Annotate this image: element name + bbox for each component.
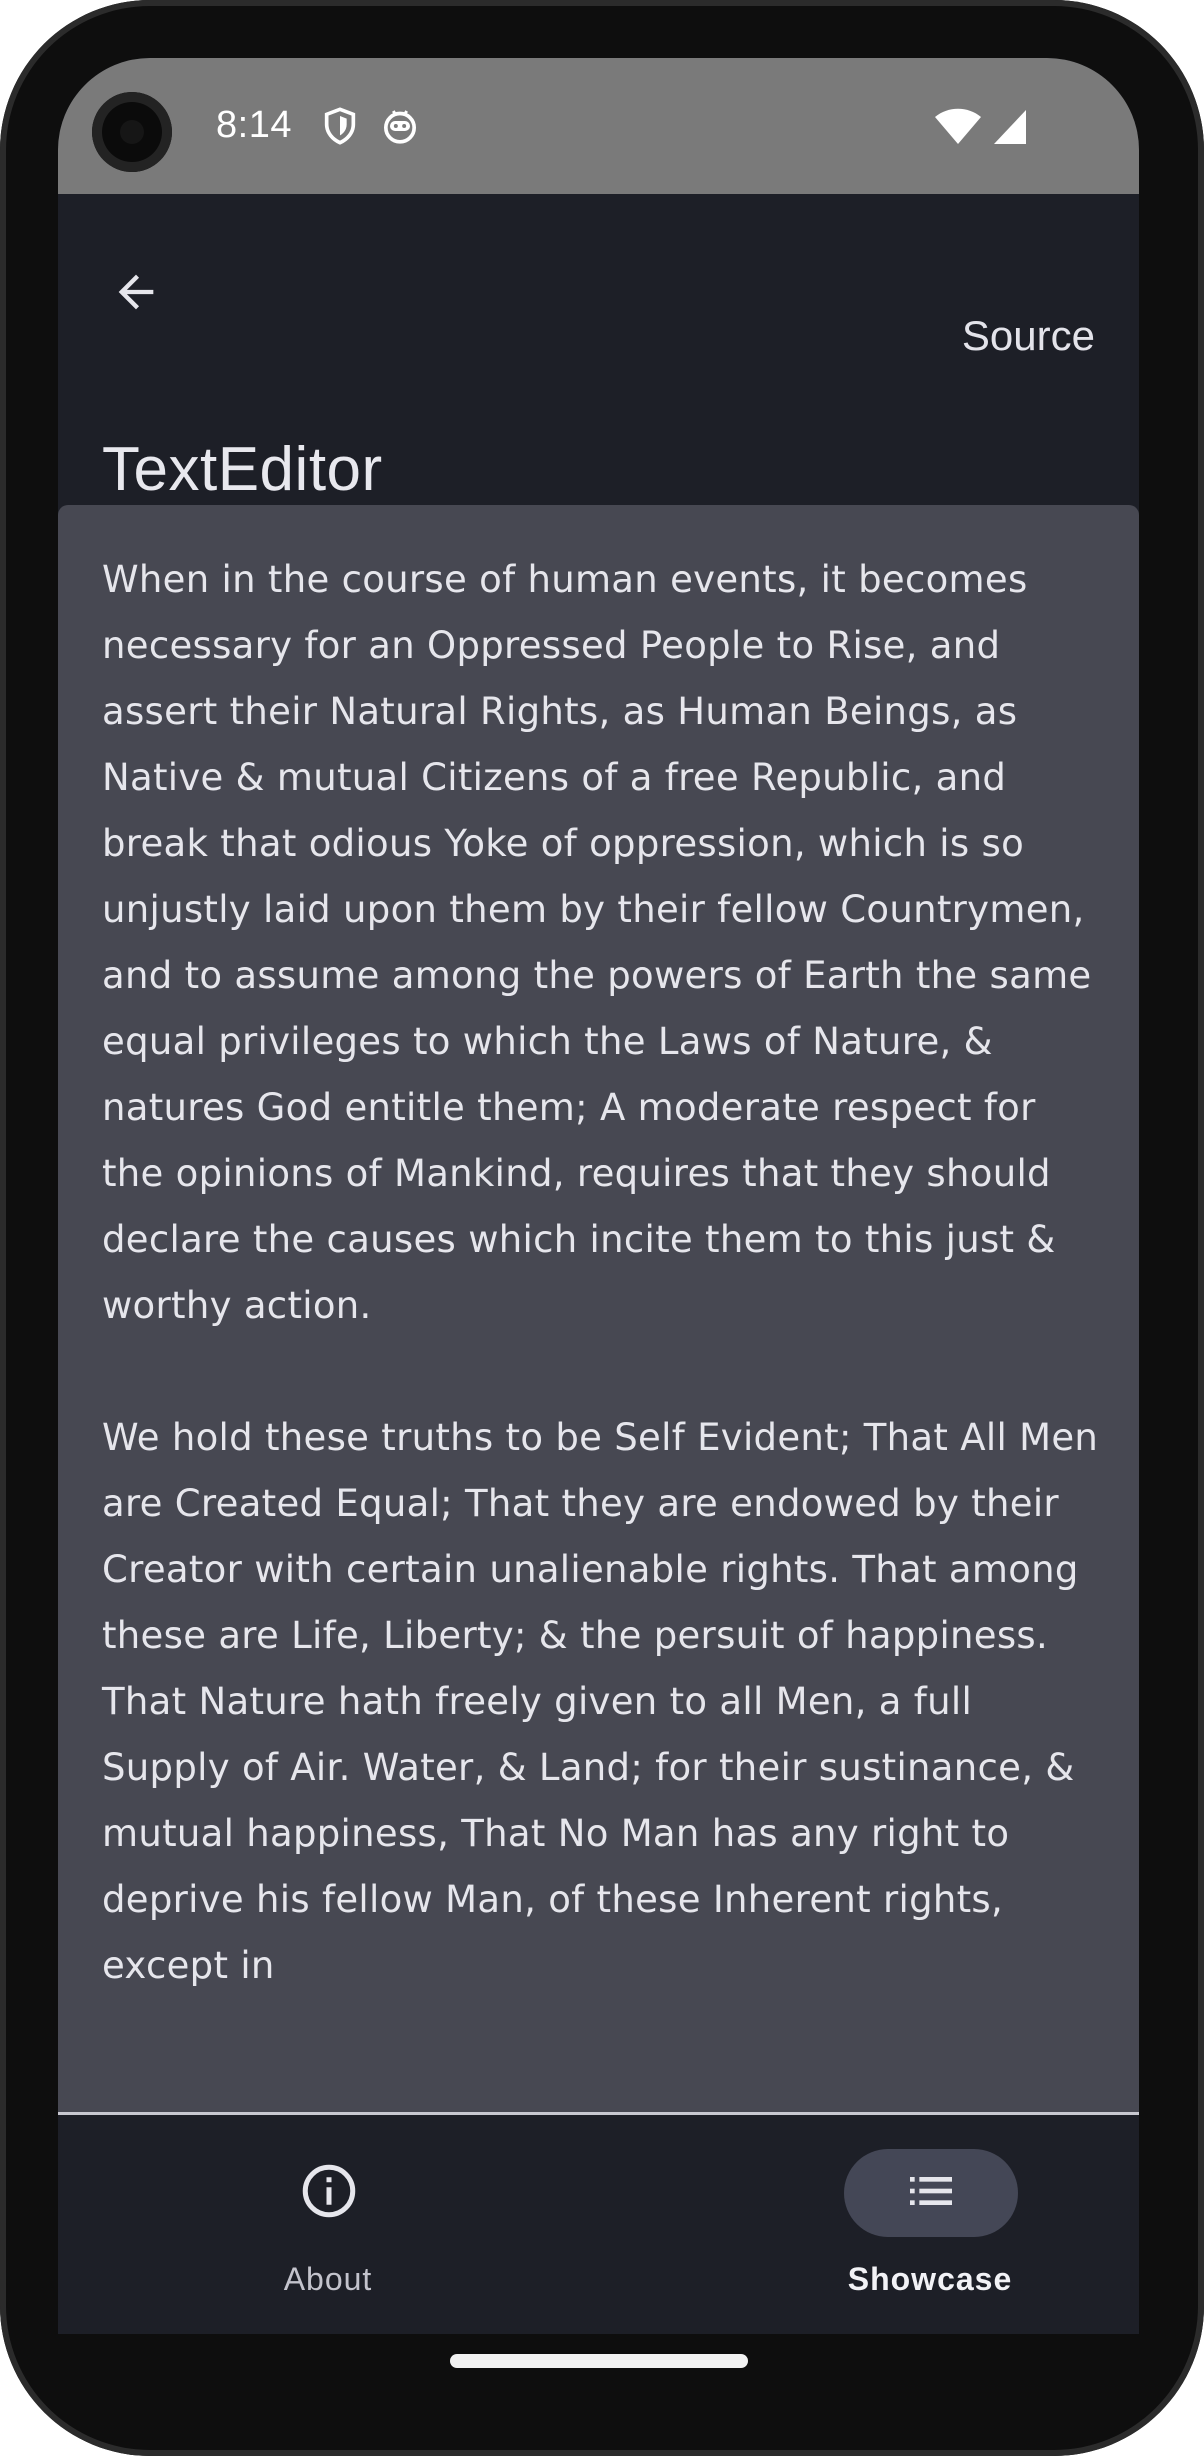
page-title: TextEditor <box>102 435 383 504</box>
info-icon <box>299 2161 359 2226</box>
android-debug-icon <box>380 106 420 146</box>
phone-frame: 8:14 Source TextEditor When in the cours… <box>0 0 1204 2456</box>
editor-text-content[interactable]: When in the course of human events, it b… <box>102 547 1102 1999</box>
cellular-signal-icon <box>990 106 1030 146</box>
nav-label-showcase: Showcase <box>847 2261 1013 2297</box>
nav-label-about: About <box>283 2261 373 2297</box>
list-icon <box>903 2163 959 2224</box>
wifi-icon <box>934 106 982 146</box>
bottom-navigation: About Showcase <box>58 2115 1139 2334</box>
back-button[interactable] <box>96 254 176 334</box>
front-camera <box>92 92 172 172</box>
nav-showcase-active-indicator <box>844 2149 1018 2237</box>
nav-item-about[interactable]: About <box>58 2115 598 2334</box>
shield-icon <box>320 106 360 146</box>
nav-about-indicator <box>242 2149 416 2237</box>
text-editor[interactable]: When in the course of human events, it b… <box>58 505 1139 2114</box>
status-bar: 8:14 <box>58 58 1139 194</box>
home-indicator[interactable] <box>450 2354 748 2368</box>
status-time: 8:14 <box>216 104 292 146</box>
app-bar: Source TextEditor <box>58 194 1139 505</box>
arrow-back-icon <box>110 266 162 323</box>
phone-device: 8:14 Source TextEditor When in the cours… <box>0 0 1204 2456</box>
source-button[interactable]: Source <box>962 312 1095 360</box>
nav-item-showcase[interactable]: Showcase <box>598 2115 1138 2334</box>
screen: 8:14 Source TextEditor When in the cours… <box>58 58 1139 2334</box>
